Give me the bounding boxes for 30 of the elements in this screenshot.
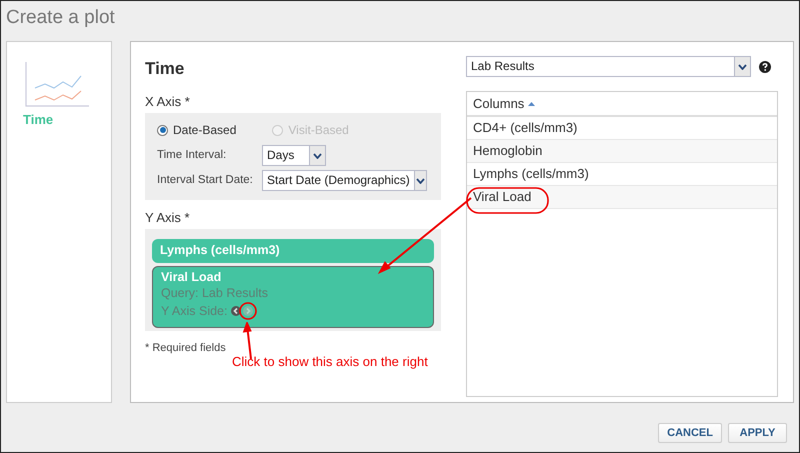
caret-icon (416, 178, 425, 184)
annotation-text: Click to show this axis on the right (232, 353, 428, 371)
section-label: Y Axis * (145, 209, 191, 227)
caret-icon (313, 152, 322, 158)
query-label: Query: Lab Results (161, 284, 269, 300)
column-row[interactable]: Hemoglobin (467, 140, 777, 163)
caret-icon (738, 64, 747, 70)
callout-circle (239, 302, 258, 320)
dropdown[interactable]: Days (262, 145, 326, 166)
help-icon[interactable] (759, 60, 771, 72)
required-note: * Required fields (145, 340, 227, 356)
section-label: X Axis * (145, 92, 191, 110)
window-title: Create a plot (5, 6, 116, 30)
measure-name: Viral Load (161, 268, 222, 284)
dialog-button[interactable]: APPLY (728, 423, 787, 443)
radio-label: Date-Based (173, 122, 236, 139)
side-label: Y Axis Side: (161, 302, 228, 318)
field-label: Time Interval: (157, 148, 228, 163)
plot-type-label: Time (23, 111, 54, 129)
measure-name: Lymphs (cells/mm3) (160, 242, 281, 258)
column-row[interactable]: Viral Load (467, 186, 777, 209)
line-chart-icon (23, 60, 89, 108)
panel-title: Time (145, 58, 186, 80)
sort-ascending-icon (528, 102, 536, 106)
radio-button[interactable] (157, 124, 168, 136)
dialog-button[interactable]: CANCEL (658, 423, 722, 443)
dropdown[interactable]: Lab Results (466, 56, 751, 77)
field-label: Interval Start Date: (157, 172, 254, 188)
dropdown[interactable]: Start Date (Demographics) (262, 170, 427, 191)
left-arrow-icon[interactable] (231, 306, 242, 316)
